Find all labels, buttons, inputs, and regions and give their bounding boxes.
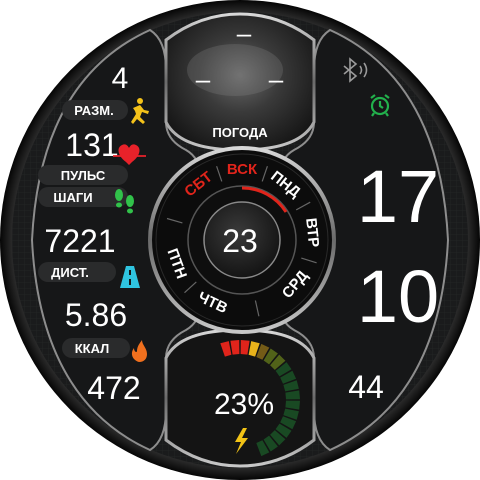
day-label-3: ВТР xyxy=(302,217,322,248)
weather-label: ПОГОДА xyxy=(212,125,268,140)
pulse-value: 131 xyxy=(65,127,118,163)
date-value: 23 xyxy=(222,223,258,259)
distance-label: ДИСТ. xyxy=(51,265,89,280)
distance-value: 5.86 xyxy=(65,297,127,333)
battery-percent: 23% xyxy=(214,388,274,421)
battery-widget[interactable]: 23% xyxy=(164,328,316,468)
kcal-value: 472 xyxy=(87,370,140,406)
hours-value: 17 xyxy=(357,155,439,238)
watch-face: – – – ПОГОДА 23% СБТ ВСК ПНДВТРСРДЧТВПТН 2… xyxy=(0,0,480,480)
day-of-week-ring[interactable]: СБТ ВСК ПНДВТРСРДЧТВПТН 23 xyxy=(148,146,336,334)
weather-left-value: – xyxy=(196,64,211,94)
steps-value: 7221 xyxy=(44,223,115,259)
razm-label: РАЗМ. xyxy=(74,103,114,118)
steps-goal-multiplier: 4 xyxy=(112,62,129,95)
kcal-label: ККАЛ xyxy=(75,341,110,356)
pulse-label: ПУЛЬС xyxy=(61,168,106,183)
seconds-value: 44 xyxy=(348,369,384,405)
weather-widget[interactable]: – – – ПОГОДА xyxy=(164,12,316,152)
steps-label: ШАГИ xyxy=(53,190,92,205)
day-label-1: ВСК xyxy=(227,161,258,178)
weather-top-value: – xyxy=(237,18,252,48)
weather-right-value: – xyxy=(269,64,284,94)
minutes-value: 10 xyxy=(357,255,439,338)
